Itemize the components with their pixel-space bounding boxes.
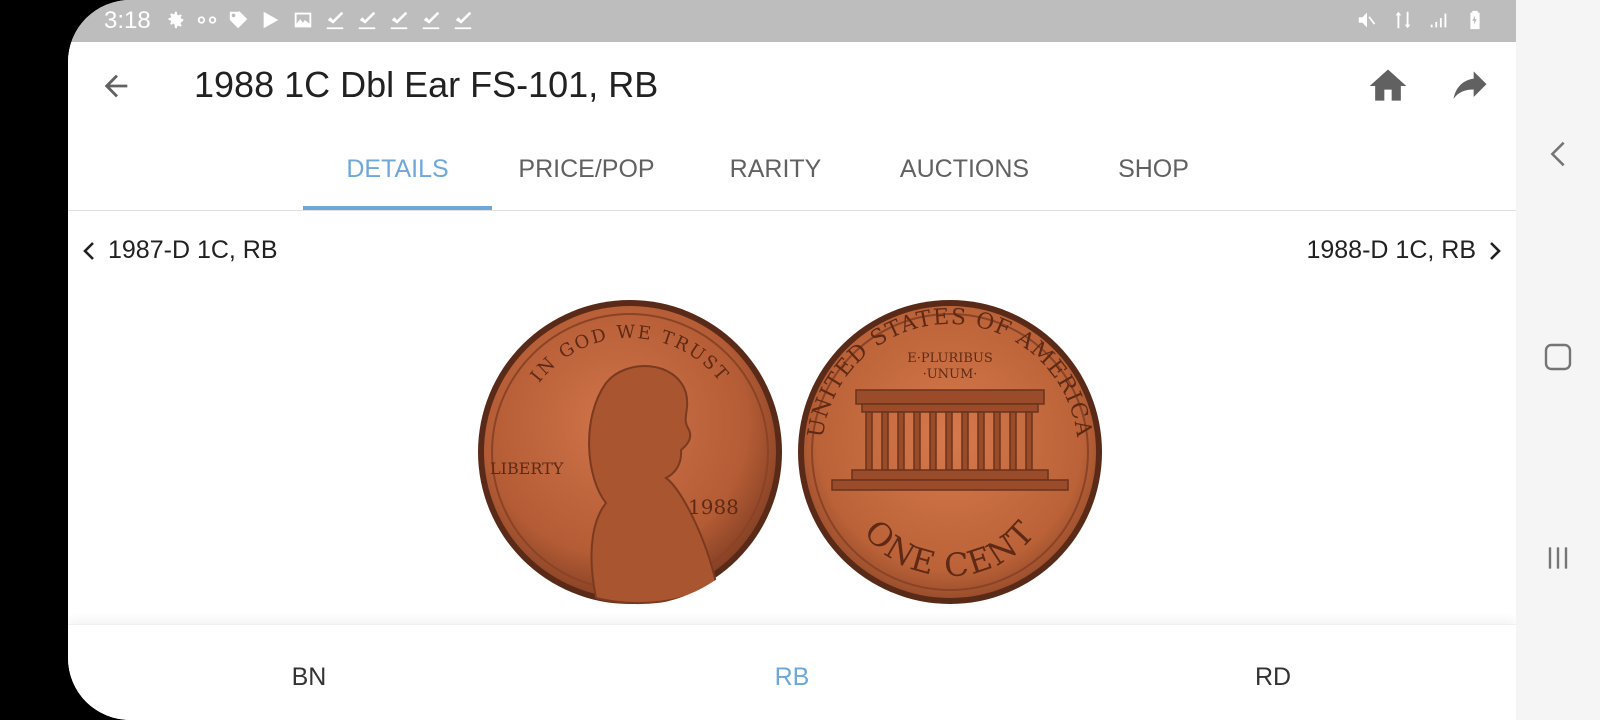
status-system-icons: [1356, 9, 1486, 31]
system-navigation-bar: [1516, 0, 1600, 720]
recents-icon: [1548, 547, 1568, 569]
page-title: 1988 1C Dbl Ear FS-101, RB: [194, 64, 659, 105]
app-bar: 1988 1C Dbl Ear FS-101, RB: [68, 42, 1516, 128]
status-notification-icons: [164, 9, 474, 31]
arrow-back-icon: [104, 74, 128, 98]
voicemail-icon: [197, 16, 217, 24]
grade-selector: BN RB RD: [68, 624, 1516, 720]
tab-rarity[interactable]: RARITY: [681, 128, 870, 210]
system-home-button[interactable]: [1516, 327, 1600, 387]
square-home-icon: [1544, 343, 1572, 371]
home-icon: [1369, 69, 1407, 101]
reverse-motto-line1: E·PLURIBUS: [907, 351, 993, 366]
mute-icon: [1358, 12, 1376, 28]
tab-shop[interactable]: SHOP: [1059, 128, 1248, 210]
tab-bar: DETAILS PRICE/POP RARITY AUCTIONS SHOP: [68, 128, 1516, 211]
share-button[interactable]: [1448, 64, 1492, 108]
tab-details[interactable]: DETAILS: [303, 128, 492, 210]
app-screen: 3:18 1988 1C Dbl Ear FS-101, RB DETAILS …: [68, 0, 1516, 720]
tab-price-pop[interactable]: PRICE/POP: [492, 128, 681, 210]
coin-navigation: 1987-D 1C, RB 1988-D 1C, RB: [68, 228, 1516, 278]
coin-obverse-image[interactable]: IN GOD WE TRUST LIBERTY 1988: [476, 298, 784, 606]
next-coin-label: 1988-D 1C, RB: [1306, 236, 1476, 264]
check-icon: [358, 11, 376, 30]
share-arrow-icon: [1453, 71, 1487, 99]
status-bar: 3:18: [68, 0, 1516, 42]
back-button[interactable]: [94, 64, 138, 108]
grade-rb[interactable]: RB: [775, 663, 810, 692]
next-coin-link[interactable]: 1988-D 1C, RB: [1306, 236, 1504, 265]
chevron-left-icon: [83, 241, 94, 260]
system-recents-button[interactable]: [1516, 528, 1600, 588]
reverse-motto-line2: ·UNUM·: [923, 367, 978, 382]
home-button[interactable]: [1366, 64, 1410, 108]
system-back-button[interactable]: [1516, 124, 1600, 184]
coin-reverse-image[interactable]: UNITED STATES OF AMERICA E·PLURIBUS ·UNU…: [796, 298, 1104, 606]
image-icon: [294, 12, 312, 28]
check-icon: [326, 11, 344, 30]
tag-icon: [229, 10, 248, 29]
obverse-year: 1988: [688, 495, 739, 519]
data-icon: [1395, 11, 1411, 29]
previous-coin-link[interactable]: 1987-D 1C, RB: [80, 236, 278, 265]
memorial-building-illustration: [831, 389, 1069, 491]
status-time: 3:18: [104, 7, 151, 34]
tab-auctions[interactable]: AUCTIONS: [870, 128, 1059, 210]
check-icon: [390, 11, 408, 30]
check-icon: [422, 11, 440, 30]
grade-rd[interactable]: RD: [1255, 663, 1291, 692]
previous-coin-label: 1987-D 1C, RB: [108, 236, 278, 264]
obverse-liberty: LIBERTY: [490, 459, 564, 478]
chevron-right-icon: [1490, 241, 1501, 260]
check-icon: [454, 11, 472, 30]
chevron-left-icon: [1550, 141, 1565, 167]
battery-icon: [1470, 10, 1480, 30]
grade-bn[interactable]: BN: [292, 663, 327, 692]
play-store-icon: [263, 11, 279, 29]
signal-icon: [1430, 13, 1447, 28]
gear-icon: [168, 11, 184, 29]
